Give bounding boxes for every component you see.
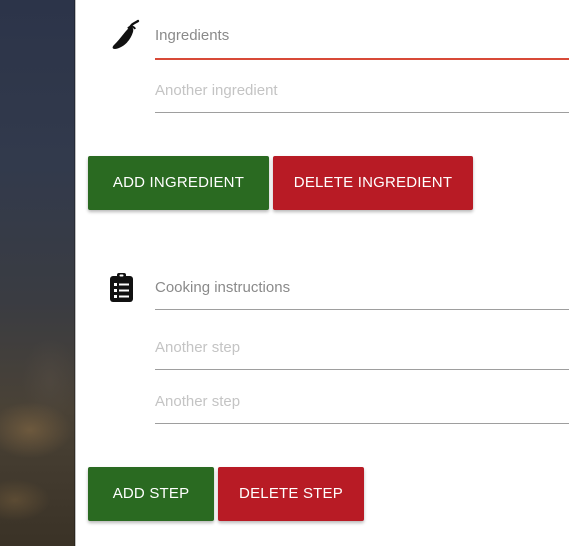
step-placeholder: Another step (155, 393, 241, 410)
cooking-instructions-label: Cooking instructions (155, 279, 291, 296)
background-image-strip (0, 0, 75, 546)
ingredients-active-underline (155, 58, 569, 60)
input-underline (155, 423, 569, 424)
another-ingredient-placeholder: Another ingredient (155, 82, 278, 99)
delete-ingredient-button[interactable]: DELETE INGREDIENT (273, 156, 473, 210)
clipboard-list-icon (108, 272, 136, 304)
input-underline (155, 369, 569, 370)
ingredients-field[interactable]: Ingredients (155, 26, 569, 60)
step-input-2[interactable]: Another step (155, 392, 569, 424)
input-underline (155, 309, 569, 310)
ingredients-label: Ingredients (155, 27, 230, 44)
cooking-instructions-field[interactable]: Cooking instructions (155, 278, 569, 310)
input-underline (155, 112, 569, 113)
add-step-button[interactable]: ADD STEP (88, 467, 214, 521)
delete-step-button[interactable]: DELETE STEP (218, 467, 364, 521)
step-input-1[interactable]: Another step (155, 338, 569, 370)
step-placeholder: Another step (155, 339, 241, 356)
add-ingredient-button[interactable]: ADD INGREDIENT (88, 156, 269, 210)
chili-pepper-icon (108, 18, 144, 54)
another-ingredient-input[interactable]: Another ingredient (155, 81, 569, 113)
